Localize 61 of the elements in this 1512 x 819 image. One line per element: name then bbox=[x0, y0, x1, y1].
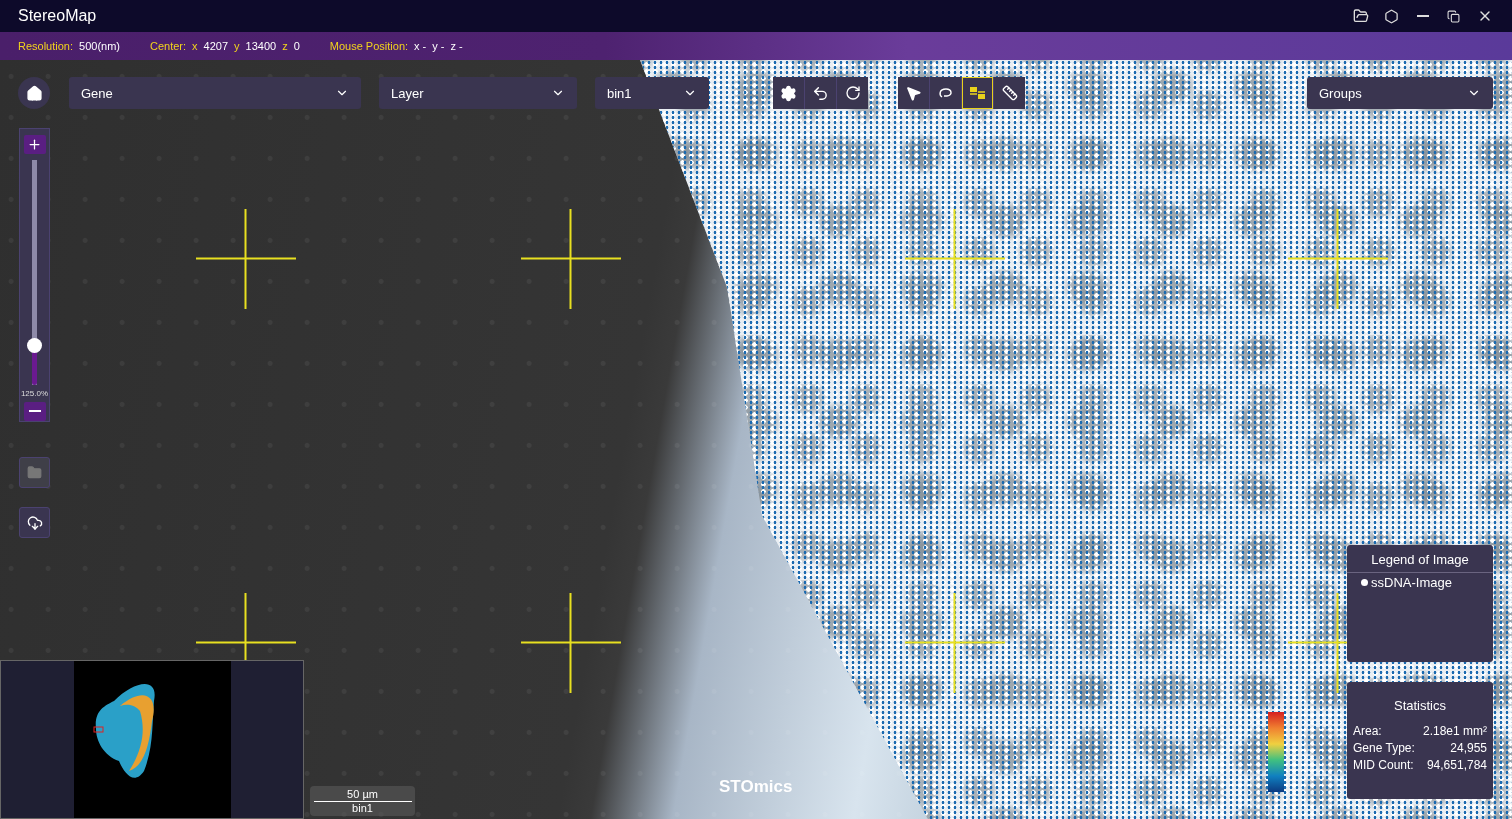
info-value: 4207 bbox=[203, 40, 229, 52]
stat-value: 94,651,784 bbox=[1426, 757, 1487, 774]
folder-icon bbox=[1352, 8, 1369, 24]
minus-icon bbox=[28, 410, 41, 413]
minimap-panel[interactable] bbox=[0, 660, 304, 819]
scale-length: 50 µm bbox=[347, 788, 378, 801]
zoom-slider-thumb[interactable] bbox=[27, 338, 42, 354]
minimize-icon bbox=[1416, 15, 1429, 17]
axis-label: z bbox=[282, 40, 288, 52]
stat-label: Gene Type: bbox=[1353, 740, 1415, 757]
info-label: Resolution: bbox=[18, 40, 74, 52]
legend-label: ssDNA-Image bbox=[1371, 575, 1452, 590]
zoom-in-button[interactable] bbox=[23, 135, 46, 155]
info-label: Center: bbox=[150, 40, 187, 52]
scale-bin: bin1 bbox=[352, 802, 373, 814]
restore-icon bbox=[1447, 9, 1460, 23]
plus-icon bbox=[27, 137, 42, 153]
redo-icon bbox=[844, 85, 861, 101]
dropdown[interactable]: Gene bbox=[69, 77, 361, 109]
info-value: 0 bbox=[293, 40, 300, 52]
info-label: Mouse Position: bbox=[329, 40, 409, 52]
cloud-download-icon bbox=[26, 514, 43, 531]
stat-label: Area: bbox=[1353, 723, 1382, 740]
statistics-title: Statistics bbox=[1393, 697, 1447, 715]
squares-tool-button[interactable] bbox=[962, 77, 993, 109]
axis-label: y bbox=[234, 40, 240, 52]
legend-dot bbox=[1361, 579, 1368, 586]
lasso-icon bbox=[937, 86, 954, 100]
stat-value: 2.18e1 mm² bbox=[1422, 723, 1487, 740]
logo-text: STOmics bbox=[719, 777, 793, 797]
lasso-tool-button[interactable] bbox=[930, 77, 961, 109]
info-value: x - bbox=[414, 40, 427, 52]
dropdown[interactable]: Layer bbox=[379, 77, 577, 109]
ruler-icon bbox=[1001, 85, 1018, 101]
pointer-icon bbox=[905, 84, 922, 102]
groups-dropdown[interactable]: Groups bbox=[1307, 77, 1493, 109]
ruler-tool-button[interactable] bbox=[994, 77, 1025, 109]
zoom-out-button[interactable] bbox=[23, 401, 46, 421]
undo-tool-button[interactable] bbox=[805, 77, 836, 109]
dropdown[interactable]: bin1 bbox=[595, 77, 709, 109]
app-title: StereoMap bbox=[18, 7, 98, 25]
hexagon-icon bbox=[1384, 8, 1399, 24]
info-value: 500(nm) bbox=[79, 40, 120, 52]
stat-label: MID Count: bbox=[1353, 757, 1414, 774]
info-value: 13400 bbox=[245, 40, 277, 52]
legend-title: Legend of Image bbox=[1347, 545, 1493, 573]
home-button[interactable] bbox=[18, 77, 50, 109]
info-value: y - bbox=[432, 40, 445, 52]
info-value: z - bbox=[450, 40, 463, 52]
stat-value: 24,955 bbox=[1450, 740, 1487, 757]
axis-label: x bbox=[192, 40, 198, 52]
zoom-reading: 125.0% bbox=[20, 388, 49, 398]
pointer-tool-button[interactable] bbox=[898, 77, 929, 109]
cloud-download-button[interactable] bbox=[19, 507, 50, 538]
redo-tool-button[interactable] bbox=[837, 77, 868, 109]
squares-icon bbox=[969, 85, 986, 101]
folder-icon bbox=[27, 465, 42, 480]
home-icon bbox=[25, 84, 43, 102]
settings-tool-button[interactable] bbox=[773, 77, 804, 109]
undo-icon bbox=[812, 84, 829, 102]
settings-icon bbox=[780, 84, 797, 102]
